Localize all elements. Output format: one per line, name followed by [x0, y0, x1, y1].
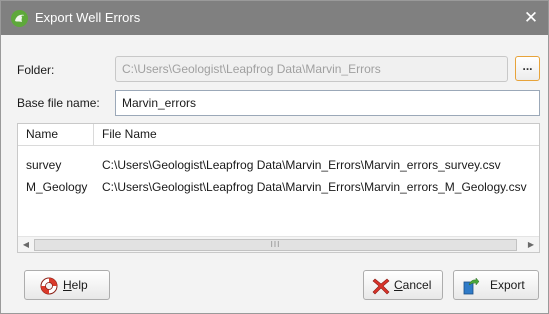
column-header-name[interactable]: Name [18, 124, 94, 145]
folder-label: Folder: [17, 63, 55, 77]
table-row[interactable]: survey C:\Users\Geologist\Leapfrog Data\… [18, 154, 539, 176]
dialog-title: Export Well Errors [35, 10, 141, 25]
close-icon: ✕ [523, 8, 539, 27]
folder-field[interactable]: C:\Users\Geologist\Leapfrog Data\Marvin_… [115, 56, 508, 82]
export-button[interactable]: Export [453, 270, 539, 300]
row-name-cell: survey [26, 158, 62, 172]
leapfrog-app-icon [11, 10, 28, 27]
cancel-x-icon [372, 278, 390, 295]
title-bar: Export Well Errors ✕ [1, 1, 548, 35]
row-name-cell: M_Geology [26, 180, 88, 194]
scroll-left-icon[interactable]: ◀ [19, 238, 33, 252]
browse-folder-button[interactable]: ... [515, 56, 540, 81]
close-button[interactable]: ✕ [516, 3, 546, 33]
export-arrow-icon [463, 277, 480, 295]
help-mnemonic: H [63, 278, 72, 292]
table-row[interactable]: M_Geology C:\Users\Geologist\Leapfrog Da… [18, 176, 539, 198]
cancel-button[interactable]: Cancel [363, 270, 443, 300]
cancel-mnemonic: C [394, 278, 403, 292]
lifebuoy-icon [40, 277, 58, 295]
table-header: Name File Name [18, 124, 539, 146]
scroll-right-icon[interactable]: ▶ [524, 238, 538, 252]
horizontal-scrollbar[interactable]: ◀ III ▶ [18, 236, 539, 252]
export-well-errors-dialog: Export Well Errors ✕ Folder: C:\Users\Ge… [0, 0, 549, 314]
export-files-table: Name File Name survey C:\Users\Geologist… [17, 123, 540, 253]
cancel-label: ancel [402, 278, 432, 292]
row-file-cell: C:\Users\Geologist\Leapfrog Data\Marvin_… [102, 158, 501, 172]
column-header-file-name[interactable]: File Name [94, 124, 539, 145]
help-button[interactable]: Help [24, 270, 110, 300]
help-label: elp [71, 278, 88, 292]
base-file-name-label: Base file name: [17, 96, 100, 110]
row-file-cell: C:\Users\Geologist\Leapfrog Data\Marvin_… [102, 180, 527, 194]
base-file-name-input[interactable] [115, 90, 540, 116]
export-label: Export [490, 278, 525, 292]
scrollbar-thumb[interactable]: III [34, 239, 517, 251]
